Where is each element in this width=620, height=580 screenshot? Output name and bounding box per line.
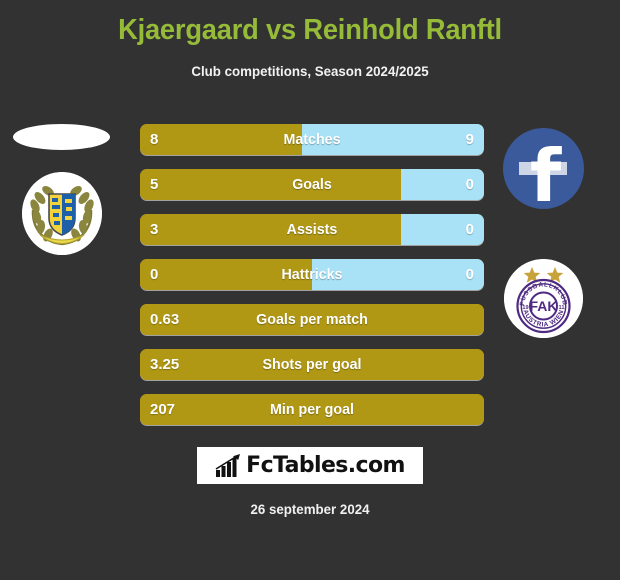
generated-date: 26 september 2024 xyxy=(250,501,370,517)
page-title: Kjaergaard vs Reinhold Ranftl xyxy=(118,14,502,46)
fctables-logo[interactable]: FcTables.com xyxy=(197,447,423,484)
stat-value-away: 0 xyxy=(465,221,474,238)
stat-label: Hattricks xyxy=(281,266,343,283)
stat-row-matches: 8 Matches 9 xyxy=(140,124,484,155)
austria-wien-crest-icon: FUSSBALLKLUB AUSTRIA WIEN FAK 19 11 xyxy=(504,259,583,338)
home-team-crest-laurel-icon xyxy=(22,172,102,255)
crest-svg xyxy=(22,172,102,255)
stat-row-hattricks: 0 Hattricks 0 xyxy=(140,259,484,290)
austria-wien-svg: FUSSBALLKLUB AUSTRIA WIEN FAK 19 11 xyxy=(504,259,583,338)
stat-value-away: 0 xyxy=(465,176,474,193)
stat-row-min-per-goal: 207 Min per goal xyxy=(140,394,484,425)
stat-label: Goals per match xyxy=(256,311,368,328)
stat-row-shots-per-goal: 3.25 Shots per goal xyxy=(140,349,484,380)
svg-text:19: 19 xyxy=(522,305,528,311)
stat-row-goals: 5 Goals 0 xyxy=(140,169,484,200)
stat-label: Min per goal xyxy=(270,401,354,418)
stat-row-assists: 3 Assists 0 xyxy=(140,214,484,245)
stat-label: Goals xyxy=(292,176,332,193)
brand-name: FcTables.com xyxy=(246,452,405,478)
stat-value-away: 9 xyxy=(465,131,474,148)
facebook-badge-icon: f xyxy=(503,128,584,209)
stat-label: Assists xyxy=(286,221,338,238)
home-team-badge-partial-icon xyxy=(13,124,110,150)
svg-text:11: 11 xyxy=(559,305,565,311)
stat-bars-list: 8 Matches 9 5 Goals 0 3 Assists 0 0 Hatt… xyxy=(140,124,484,439)
bar-chart-arrow-icon xyxy=(215,453,241,477)
stat-label: Shots per goal xyxy=(262,356,362,373)
stat-comparison-page: Kjaergaard vs Reinhold Ranftl Club compe… xyxy=(0,0,620,580)
stat-label: Matches xyxy=(283,131,341,148)
facebook-f-glyph: f xyxy=(529,134,562,209)
stat-value-away: 0 xyxy=(465,266,474,283)
stat-row-goals-per-match: 0.63 Goals per match xyxy=(140,304,484,335)
svg-text:FAK: FAK xyxy=(530,298,558,314)
page-subtitle: Club competitions, Season 2024/2025 xyxy=(191,63,429,79)
